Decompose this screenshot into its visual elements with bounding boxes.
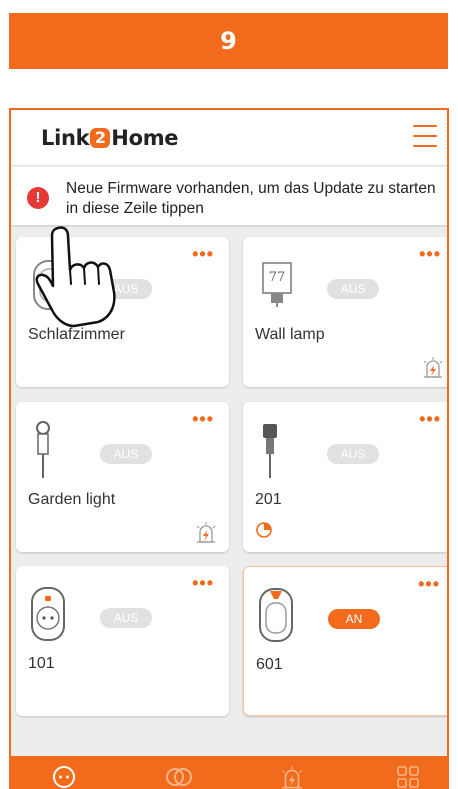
state-toggle[interactable]: AUS [100, 608, 152, 628]
alert-icon: ! [27, 187, 49, 209]
app-screen: Link 2 Home ! Neue Firmware vorhanden, um … [9, 108, 449, 789]
devices-tab-icon[interactable] [51, 764, 77, 789]
more-icon[interactable]: ••• [419, 410, 441, 428]
scenes-tab-icon[interactable] [164, 764, 194, 789]
timer-icon [256, 522, 272, 538]
more-icon[interactable]: ••• [192, 410, 214, 428]
menu-icon[interactable] [413, 125, 437, 147]
garden-spike-device-icon [36, 421, 50, 478]
device-card[interactable]: ••• AUS Garden light [16, 402, 229, 552]
more-icon[interactable]: ••• [192, 245, 214, 263]
app-header: Link 2 Home [11, 110, 447, 166]
step-banner: 9 [9, 13, 448, 69]
state-toggle[interactable]: AUS [327, 279, 379, 299]
state-toggle[interactable]: AN [328, 609, 380, 629]
firmware-notice[interactable]: ! Neue Firmware vorhanden, um das Update… [11, 167, 447, 227]
device-card[interactable]: ••• AN 601 [243, 566, 447, 716]
more-icon[interactable]: ••• [419, 245, 441, 263]
firmware-notice-text: Neue Firmware vorhanden, um das Update z… [66, 180, 436, 217]
tap-hand-icon [35, 226, 116, 328]
step-number: 9 [220, 27, 237, 55]
socket-device-icon [31, 587, 65, 641]
more-tab-icon[interactable] [395, 764, 421, 789]
device-name: Garden light [28, 491, 116, 508]
lightning-icon [423, 357, 443, 378]
lightning-icon [196, 522, 216, 543]
device-card[interactable]: ••• AUS 201 [243, 402, 447, 552]
bottom-nav [11, 756, 447, 789]
device-name: 201 [255, 491, 282, 508]
garden-spike-device-icon [263, 424, 277, 478]
automation-tab-icon[interactable] [278, 764, 306, 789]
app-logo: Link 2 Home [41, 126, 179, 150]
svg-text:77: 77 [269, 270, 286, 285]
device-card[interactable]: ••• AUS 101 [16, 566, 229, 716]
device-card[interactable]: 77 ••• AUS Wall lamp [243, 237, 447, 387]
device-name: 601 [256, 656, 283, 673]
state-toggle[interactable]: AUS [100, 444, 152, 464]
socket-device-icon [259, 588, 293, 642]
state-toggle[interactable]: AUS [327, 444, 379, 464]
wall-lamp-device-icon: 77 [262, 262, 292, 307]
more-icon[interactable]: ••• [192, 574, 214, 592]
device-name: 101 [28, 655, 55, 672]
device-name: Wall lamp [255, 326, 325, 343]
more-icon[interactable]: ••• [418, 575, 440, 593]
